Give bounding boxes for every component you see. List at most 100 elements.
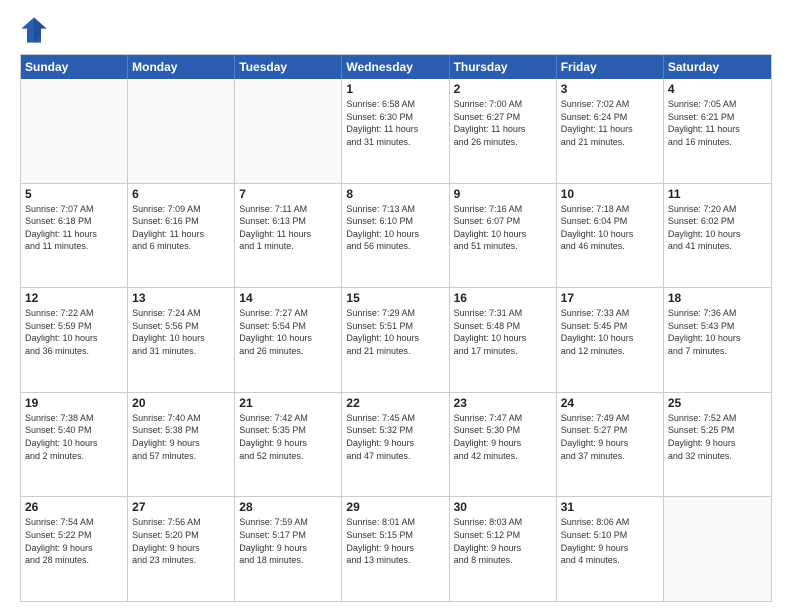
- calendar-cell: 31 Sunrise: 8:06 AM Sunset: 5:10 PM Dayli…: [557, 497, 664, 601]
- day-number: 3: [561, 82, 659, 96]
- cell-info: Sunrise: 7:29 AM Sunset: 5:51 PM Dayligh…: [346, 307, 444, 357]
- day-number: 5: [25, 187, 123, 201]
- cell-info: Sunrise: 7:20 AM Sunset: 6:02 PM Dayligh…: [668, 203, 767, 253]
- day-number: 25: [668, 396, 767, 410]
- header-day-tuesday: Tuesday: [235, 55, 342, 79]
- day-number: 24: [561, 396, 659, 410]
- cell-info: Sunrise: 7:22 AM Sunset: 5:59 PM Dayligh…: [25, 307, 123, 357]
- cell-info: Sunrise: 7:24 AM Sunset: 5:56 PM Dayligh…: [132, 307, 230, 357]
- cell-info: Sunrise: 6:58 AM Sunset: 6:30 PM Dayligh…: [346, 98, 444, 148]
- calendar-cell: [235, 79, 342, 183]
- cell-info: Sunrise: 7:38 AM Sunset: 5:40 PM Dayligh…: [25, 412, 123, 462]
- cell-info: Sunrise: 7:33 AM Sunset: 5:45 PM Dayligh…: [561, 307, 659, 357]
- day-number: 8: [346, 187, 444, 201]
- cell-info: Sunrise: 7:09 AM Sunset: 6:16 PM Dayligh…: [132, 203, 230, 253]
- cell-info: Sunrise: 7:54 AM Sunset: 5:22 PM Dayligh…: [25, 516, 123, 566]
- day-number: 15: [346, 291, 444, 305]
- cell-info: Sunrise: 7:05 AM Sunset: 6:21 PM Dayligh…: [668, 98, 767, 148]
- day-number: 9: [454, 187, 552, 201]
- day-number: 22: [346, 396, 444, 410]
- calendar-cell: 3 Sunrise: 7:02 AM Sunset: 6:24 PM Daylig…: [557, 79, 664, 183]
- calendar-cell: 11 Sunrise: 7:20 AM Sunset: 6:02 PM Dayli…: [664, 184, 771, 288]
- calendar-cell: 12Sunrise: 7:22 AM Sunset: 5:59 PM Dayli…: [21, 288, 128, 392]
- calendar-row-2: 5Sunrise: 7:07 AM Sunset: 6:18 PM Daylig…: [21, 184, 771, 289]
- cell-info: Sunrise: 8:06 AM Sunset: 5:10 PM Dayligh…: [561, 516, 659, 566]
- calendar-header: SundayMondayTuesdayWednesdayThursdayFrid…: [21, 55, 771, 79]
- header-day-saturday: Saturday: [664, 55, 771, 79]
- cell-info: Sunrise: 8:01 AM Sunset: 5:15 PM Dayligh…: [346, 516, 444, 566]
- calendar-cell: [664, 497, 771, 601]
- day-number: 21: [239, 396, 337, 410]
- day-number: 18: [668, 291, 767, 305]
- day-number: 28: [239, 500, 337, 514]
- cell-info: Sunrise: 8:03 AM Sunset: 5:12 PM Dayligh…: [454, 516, 552, 566]
- header-day-monday: Monday: [128, 55, 235, 79]
- cell-info: Sunrise: 7:11 AM Sunset: 6:13 PM Dayligh…: [239, 203, 337, 253]
- logo-icon: [20, 16, 48, 44]
- calendar: SundayMondayTuesdayWednesdayThursdayFrid…: [20, 54, 772, 602]
- cell-info: Sunrise: 7:18 AM Sunset: 6:04 PM Dayligh…: [561, 203, 659, 253]
- logo: [20, 16, 52, 44]
- calendar-row-4: 19 Sunrise: 7:38 AM Sunset: 5:40 PM Dayli…: [21, 393, 771, 498]
- calendar-cell: 30 Sunrise: 8:03 AM Sunset: 5:12 PM Dayli…: [450, 497, 557, 601]
- day-number: 19: [25, 396, 123, 410]
- cell-info: Sunrise: 7:59 AM Sunset: 5:17 PM Dayligh…: [239, 516, 337, 566]
- calendar-cell: 5Sunrise: 7:07 AM Sunset: 6:18 PM Daylig…: [21, 184, 128, 288]
- calendar-cell: 8Sunrise: 7:13 AM Sunset: 6:10 PM Daylig…: [342, 184, 449, 288]
- calendar-cell: 16 Sunrise: 7:31 AM Sunset: 5:48 PM Dayli…: [450, 288, 557, 392]
- day-number: 20: [132, 396, 230, 410]
- calendar-row-3: 12Sunrise: 7:22 AM Sunset: 5:59 PM Dayli…: [21, 288, 771, 393]
- calendar-cell: 18 Sunrise: 7:36 AM Sunset: 5:43 PM Dayli…: [664, 288, 771, 392]
- calendar-cell: 25 Sunrise: 7:52 AM Sunset: 5:25 PM Dayli…: [664, 393, 771, 497]
- calendar-cell: 26 Sunrise: 7:54 AM Sunset: 5:22 PM Dayli…: [21, 497, 128, 601]
- day-number: 4: [668, 82, 767, 96]
- day-number: 27: [132, 500, 230, 514]
- calendar-cell: 9Sunrise: 7:16 AM Sunset: 6:07 PM Daylig…: [450, 184, 557, 288]
- calendar-row-1: 1 Sunrise: 6:58 AM Sunset: 6:30 PM Daylig…: [21, 79, 771, 184]
- calendar-cell: [21, 79, 128, 183]
- cell-info: Sunrise: 7:31 AM Sunset: 5:48 PM Dayligh…: [454, 307, 552, 357]
- day-number: 31: [561, 500, 659, 514]
- cell-info: Sunrise: 7:45 AM Sunset: 5:32 PM Dayligh…: [346, 412, 444, 462]
- day-number: 10: [561, 187, 659, 201]
- day-number: 14: [239, 291, 337, 305]
- header-day-wednesday: Wednesday: [342, 55, 449, 79]
- calendar-cell: 7 Sunrise: 7:11 AM Sunset: 6:13 PM Daylig…: [235, 184, 342, 288]
- header-day-friday: Friday: [557, 55, 664, 79]
- calendar-row-5: 26 Sunrise: 7:54 AM Sunset: 5:22 PM Dayli…: [21, 497, 771, 601]
- cell-info: Sunrise: 7:56 AM Sunset: 5:20 PM Dayligh…: [132, 516, 230, 566]
- calendar-cell: 19 Sunrise: 7:38 AM Sunset: 5:40 PM Dayli…: [21, 393, 128, 497]
- cell-info: Sunrise: 7:02 AM Sunset: 6:24 PM Dayligh…: [561, 98, 659, 148]
- cell-info: Sunrise: 7:40 AM Sunset: 5:38 PM Dayligh…: [132, 412, 230, 462]
- calendar-cell: 22 Sunrise: 7:45 AM Sunset: 5:32 PM Dayli…: [342, 393, 449, 497]
- calendar-cell: 28 Sunrise: 7:59 AM Sunset: 5:17 PM Dayli…: [235, 497, 342, 601]
- header: [20, 16, 772, 44]
- day-number: 13: [132, 291, 230, 305]
- cell-info: Sunrise: 7:42 AM Sunset: 5:35 PM Dayligh…: [239, 412, 337, 462]
- day-number: 7: [239, 187, 337, 201]
- page: SundayMondayTuesdayWednesdayThursdayFrid…: [0, 0, 792, 612]
- calendar-cell: 15 Sunrise: 7:29 AM Sunset: 5:51 PM Dayli…: [342, 288, 449, 392]
- cell-info: Sunrise: 7:49 AM Sunset: 5:27 PM Dayligh…: [561, 412, 659, 462]
- day-number: 17: [561, 291, 659, 305]
- day-number: 30: [454, 500, 552, 514]
- calendar-cell: 17 Sunrise: 7:33 AM Sunset: 5:45 PM Dayli…: [557, 288, 664, 392]
- header-day-sunday: Sunday: [21, 55, 128, 79]
- calendar-cell: 21 Sunrise: 7:42 AM Sunset: 5:35 PM Dayli…: [235, 393, 342, 497]
- day-number: 6: [132, 187, 230, 201]
- calendar-cell: 6 Sunrise: 7:09 AM Sunset: 6:16 PM Daylig…: [128, 184, 235, 288]
- day-number: 1: [346, 82, 444, 96]
- cell-info: Sunrise: 7:36 AM Sunset: 5:43 PM Dayligh…: [668, 307, 767, 357]
- cell-info: Sunrise: 7:27 AM Sunset: 5:54 PM Dayligh…: [239, 307, 337, 357]
- day-number: 23: [454, 396, 552, 410]
- calendar-cell: 24 Sunrise: 7:49 AM Sunset: 5:27 PM Dayli…: [557, 393, 664, 497]
- day-number: 16: [454, 291, 552, 305]
- calendar-cell: 4 Sunrise: 7:05 AM Sunset: 6:21 PM Daylig…: [664, 79, 771, 183]
- day-number: 29: [346, 500, 444, 514]
- day-number: 11: [668, 187, 767, 201]
- cell-info: Sunrise: 7:52 AM Sunset: 5:25 PM Dayligh…: [668, 412, 767, 462]
- calendar-cell: 20 Sunrise: 7:40 AM Sunset: 5:38 PM Dayli…: [128, 393, 235, 497]
- calendar-cell: [128, 79, 235, 183]
- day-number: 26: [25, 500, 123, 514]
- cell-info: Sunrise: 7:47 AM Sunset: 5:30 PM Dayligh…: [454, 412, 552, 462]
